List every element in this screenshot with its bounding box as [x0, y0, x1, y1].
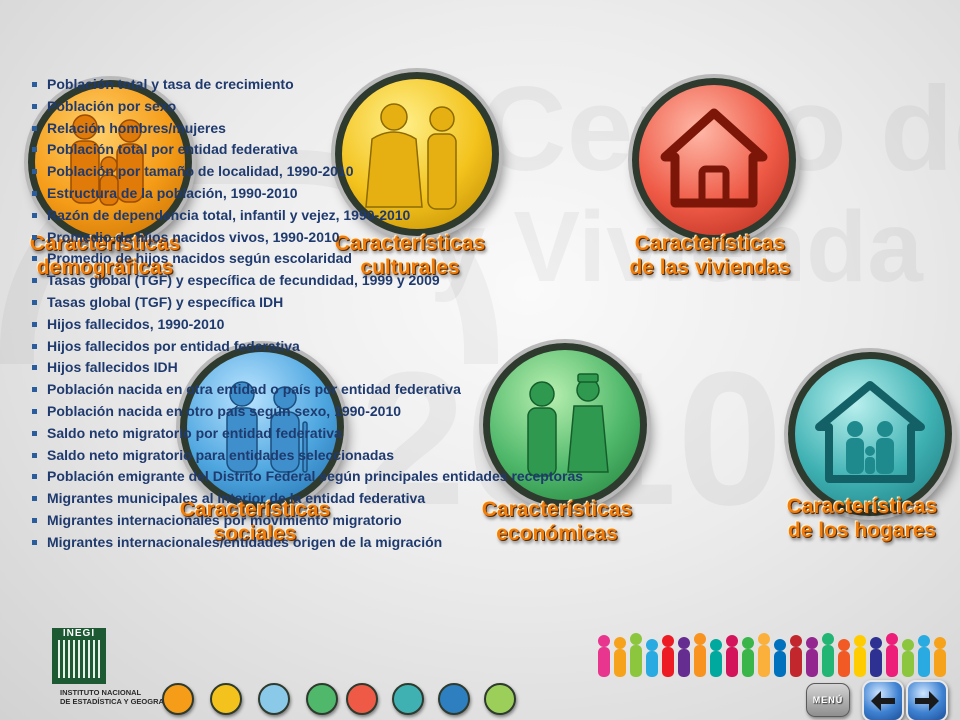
list-item[interactable]: Razón de dependencia total, infantil y v… — [30, 205, 583, 227]
list-item[interactable]: Hijos fallecidos IDH — [30, 357, 583, 379]
nav-economicas-icon[interactable] — [306, 683, 338, 715]
logo-word: INEGI — [62, 628, 96, 639]
list-item[interactable]: Estructura de la población, 1990-2010 — [30, 183, 583, 205]
list-item[interactable]: Migrantes internacionales/entidades orig… — [30, 532, 583, 554]
nav-demograficas-icon[interactable] — [162, 683, 194, 715]
nav-sociales-icon[interactable] — [258, 683, 290, 715]
list-item[interactable]: Población nacida en otra entidad o país … — [30, 379, 583, 401]
viviendas-caption-line1: Características — [634, 232, 786, 255]
list-item[interactable]: Promedio de hijos nacidos según escolari… — [30, 248, 583, 270]
list-item[interactable]: Promedio de hijos nacidos vivos, 1990-20… — [30, 227, 583, 249]
arrow-left-icon — [871, 691, 895, 711]
list-item[interactable]: Hijos fallecidos por entidad federativa — [30, 336, 583, 358]
hogares-caption-line1: Características — [786, 495, 938, 518]
nav-culturales-icon[interactable] — [210, 683, 242, 715]
arrow-right-icon — [915, 691, 939, 711]
previous-button[interactable] — [862, 680, 904, 720]
house-icon — [660, 108, 768, 208]
list-item[interactable]: Migrantes internacionales por movimiento… — [30, 510, 583, 532]
list-item[interactable]: Saldo neto migratorio para entidades sel… — [30, 445, 583, 467]
list-item[interactable]: Población emigrante del Distrito Federal… — [30, 466, 583, 488]
viviendas-caption-line2: de las viviendas — [629, 256, 791, 279]
list-item[interactable]: Hijos fallecidos, 1990-2010 — [30, 314, 583, 336]
indicator-list: Población total y tasa de crecimiento Po… — [30, 74, 583, 554]
nav-indicadores-icon[interactable] — [484, 683, 516, 715]
hogares-button[interactable] — [788, 352, 952, 516]
household-icon — [815, 381, 925, 483]
list-item[interactable]: Relación hombres/mujeres — [30, 118, 583, 140]
inegi-logo: INEGI — [52, 628, 106, 684]
menu-button[interactable]: MENÚ — [806, 683, 850, 717]
list-item[interactable]: Migrantes municipales al interior de la … — [30, 488, 583, 510]
list-item[interactable]: Tasas global (TGF) y específica IDH — [30, 292, 583, 314]
people-banner-icon — [598, 633, 946, 677]
viviendas-caption[interactable]: Características de las viviendas — [610, 232, 810, 280]
list-item[interactable]: Población nacida en otro país según sexo… — [30, 401, 583, 423]
nav-hogares-icon[interactable] — [392, 683, 424, 715]
list-item[interactable]: Población total por entidad federativa — [30, 139, 583, 161]
list-item[interactable]: Población total y tasa de crecimiento — [30, 74, 583, 96]
slide: Censo de Población y Vivienda 2010 Carac… — [0, 0, 960, 720]
nav-viviendas-icon[interactable] — [346, 683, 378, 715]
list-item[interactable]: Población por sexo — [30, 96, 583, 118]
list-item[interactable]: Tasas global (TGF) y específica de fecun… — [30, 270, 583, 292]
list-item[interactable]: Saldo neto migratorio por entidad federa… — [30, 423, 583, 445]
list-item[interactable]: Población por tamaño de localidad, 1990-… — [30, 161, 583, 183]
hogares-caption-line2: de los hogares — [787, 519, 937, 542]
nav-migracion-icon[interactable] — [438, 683, 470, 715]
viviendas-button[interactable] — [632, 78, 796, 242]
next-button[interactable] — [906, 680, 948, 720]
hogares-caption[interactable]: Características de los hogares — [762, 495, 960, 543]
